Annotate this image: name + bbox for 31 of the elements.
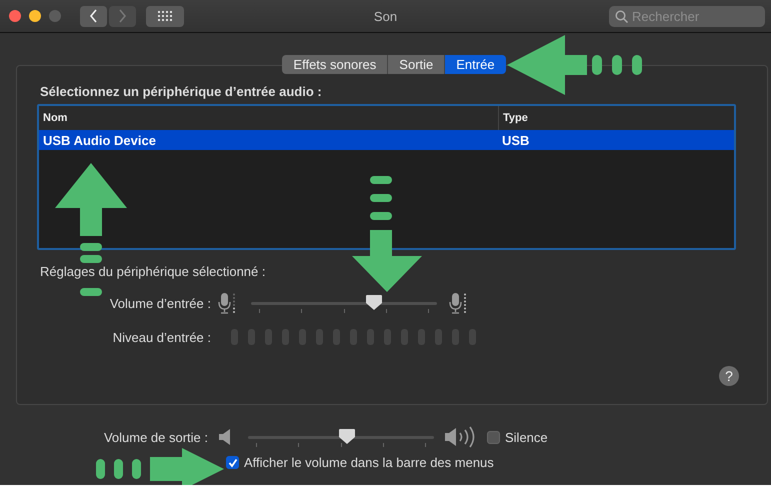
search-icon [615,10,628,22]
back-button[interactable] [80,6,107,26]
show-all-button[interactable] [146,6,184,26]
section-label: Réglages du périphérique sélectionné : [40,264,266,279]
window-title: Son [374,8,398,24]
table-row[interactable]: USB Audio Device USB [39,130,734,150]
close-button[interactable] [9,10,21,22]
table-cell-text: USB [501,132,530,148]
minimize-button[interactable] [29,10,41,22]
tab[interactable]: Sortie [388,55,446,74]
slider-thumb[interactable] [338,428,356,445]
help-button[interactable]: ? [719,366,739,386]
tab[interactable]: Entrée [445,55,506,74]
slider-thumb[interactable] [364,294,383,311]
field-label: Volume d’entrée : [108,296,212,310]
section-label: Sélectionnez un périphérique d’entrée audio : [40,84,323,99]
checkbox-label: Silence [505,430,548,444]
table-cell-text: USB Audio Device [42,132,157,148]
volume-slider[interactable] [251,292,437,314]
tab[interactable]: Effets sonores [282,55,388,74]
checkbox[interactable] [487,430,500,444]
field-label: Volume de sortie : [102,430,209,444]
field-label: Niveau d’entrée : [112,330,212,344]
volume-slider[interactable] [248,426,434,448]
microphone-icon [449,292,467,314]
checkmark-icon [228,458,238,468]
grid-icon [158,11,172,21]
column-header: Nom [42,112,68,124]
checkbox[interactable] [226,456,239,469]
microphone-icon [218,292,236,314]
checkbox-label: Afficher le volume dans la barre des menus [244,455,494,470]
